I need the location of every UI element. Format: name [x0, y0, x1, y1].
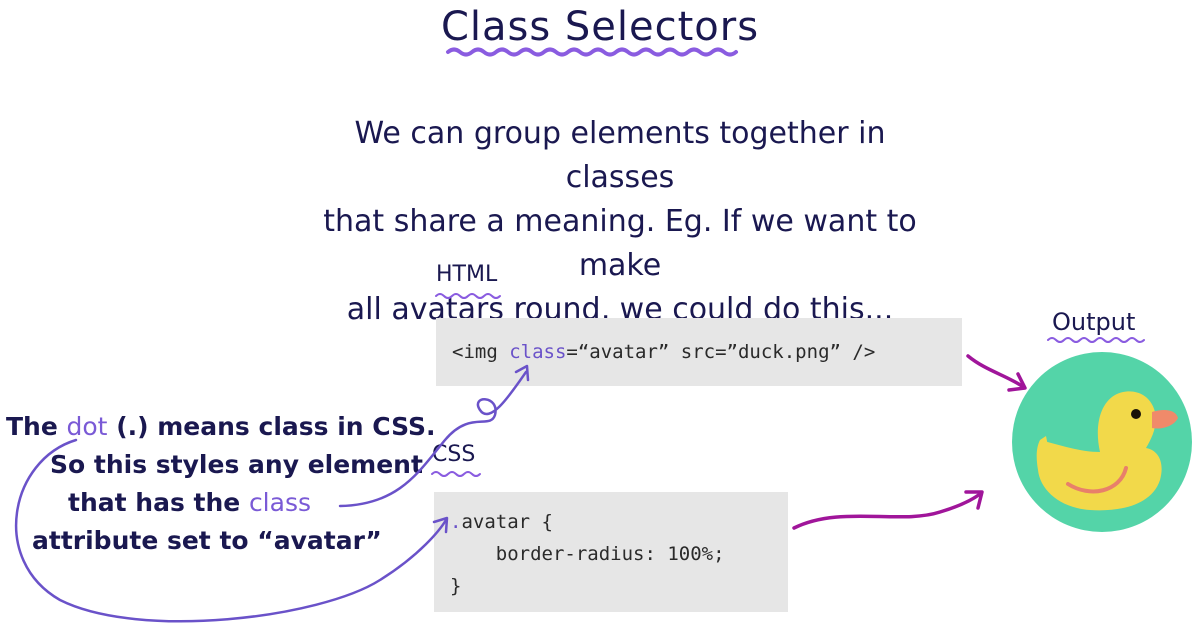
diagram-overlay	[14, 47, 1192, 623]
arrow-note-to-css-dot	[14, 438, 448, 623]
arrow-note-to-html-class	[338, 370, 528, 508]
css-label-squiggle	[431, 471, 481, 477]
arrow-html-to-output	[966, 354, 1024, 388]
title-underline-squiggle	[446, 47, 738, 57]
html-label-squiggle	[435, 293, 501, 299]
duck-eye	[1131, 409, 1141, 419]
arrow-css-to-output	[792, 492, 982, 530]
avatar-output	[1012, 352, 1192, 532]
output-label-squiggle	[1047, 337, 1145, 343]
